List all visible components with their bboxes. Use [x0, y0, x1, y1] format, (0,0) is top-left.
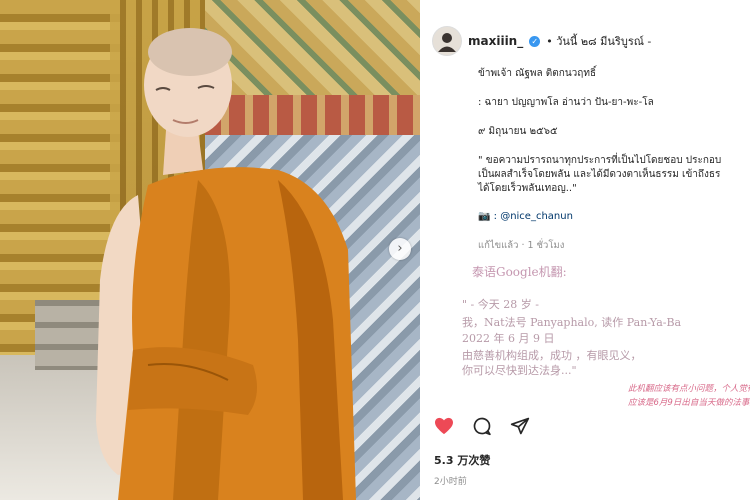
caption-line: ได้โดยเร็วพลันเทอญ.." — [478, 183, 577, 194]
translation-note: 应该是6月9日出自当天做的法事宣 — [628, 398, 750, 408]
heart-icon — [435, 417, 453, 435]
post-photo[interactable]: › — [0, 0, 420, 500]
translation-line: 由慈善机构组成，成功 ，有眼见义， — [462, 349, 642, 362]
caption-line: ข้าพเจ้า ณัฐพล ติตกนวฤทธิ์ — [478, 68, 597, 79]
caption-line: เป็นผลสำเร็จโดยพลัน และได้มีดวงตาเห็นธรร… — [478, 169, 721, 180]
avatar-photo-icon — [438, 33, 456, 52]
chevron-right-icon: › — [397, 241, 403, 256]
avatar[interactable] — [432, 26, 462, 56]
post-time: 2小时前 — [434, 477, 467, 487]
translation-line: 2022 年 6 月 9 日 — [462, 332, 555, 345]
next-photo-button[interactable]: › — [389, 238, 411, 260]
translation-line: 你可以尽快到达法身..." — [462, 364, 577, 377]
comment-button[interactable] — [472, 416, 492, 436]
share-button[interactable] — [510, 416, 530, 436]
like-count[interactable]: 5.3 万次赞 — [434, 452, 490, 468]
comment-icon — [473, 417, 491, 436]
edited-time: แก้ไขแล้ว · 1 ชั่วโมง — [478, 240, 565, 251]
like-button[interactable] — [434, 416, 454, 436]
post-panel: maxiiin_ ✓ • วันนี้ ๒๘ มีนริบูรณ์ - ข้าพ… — [420, 0, 750, 500]
post-actions — [434, 416, 530, 436]
translation-note: 此机翻应该有点小问题，个人觉得是 — [628, 384, 750, 394]
share-icon — [510, 417, 530, 435]
post-header-date: • วันนี้ ๒๘ มีนริบูรณ์ - — [546, 35, 652, 48]
monk-figure — [96, 28, 356, 500]
caption-mention: 📷 : @nice_chanun — [478, 211, 573, 222]
translation-title: 泰语Google机翻: — [472, 265, 567, 279]
camera-icon: 📷 — [478, 211, 491, 222]
caption-line: : ฉายา ปญญาพโล อ่านว่า ปัน-ยา-พะ-โล — [478, 97, 654, 108]
post-header: maxiiin_ ✓ • วันนี้ ๒๘ มีนริบูรณ์ - — [432, 26, 651, 56]
mention-link[interactable]: : @nice_chanun — [494, 211, 573, 222]
caption-line: " ขอความปรารถนาทุกประการที่เป็นไปโดยชอบ … — [478, 155, 722, 166]
verified-icon: ✓ — [529, 35, 541, 47]
username[interactable]: maxiiin_ — [468, 34, 523, 48]
caption-line: ๙ มิถุนายน ๒๕๖๕ — [478, 126, 558, 137]
translation-line: " - 今天 28 岁 - — [462, 298, 539, 311]
translation-line: 我，Nat法号 Panyaphalo, 读作 Pan-Ya-Ba — [462, 316, 682, 329]
